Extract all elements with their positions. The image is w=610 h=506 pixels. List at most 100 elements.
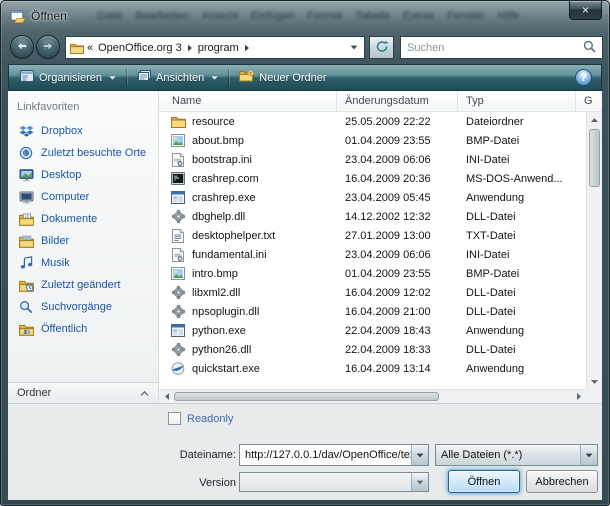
sidebar-item-music[interactable]: Musik xyxy=(8,252,158,274)
search-box[interactable]: Suchen xyxy=(400,36,603,59)
file-list: NameÄnderungsdatumTypG resource25.05.200… xyxy=(159,91,602,403)
sidebar-item-recent-changes[interactable]: Zuletzt geändert xyxy=(8,274,158,296)
vertical-scrollbar[interactable] xyxy=(586,112,602,389)
column-header-date[interactable]: Änderungsdatum xyxy=(337,91,458,111)
sidebar-item-documents[interactable]: Dokumente xyxy=(8,208,158,230)
scroll-right-icon[interactable] xyxy=(571,390,586,403)
file-name: dbghelp.dll xyxy=(192,211,245,223)
address-bar[interactable]: « OpenOffice.org 3 program xyxy=(65,36,365,59)
column-header-size[interactable]: G xyxy=(576,91,602,111)
readonly-label: Readonly xyxy=(187,413,233,425)
file-row[interactable]: python26.dll22.04.2009 18:33DLL-Datei xyxy=(159,340,586,359)
chevron-down-icon[interactable] xyxy=(411,473,428,491)
sidebar-item-dropbox[interactable]: Dropbox xyxy=(8,120,158,142)
back-button[interactable] xyxy=(10,35,34,59)
file-date: 25.05.2009 22:22 xyxy=(337,112,458,131)
forward-button[interactable] xyxy=(36,35,60,59)
file-row[interactable]: quickstart.exe16.04.2009 13:14Anwendung xyxy=(159,359,586,378)
file-row[interactable]: dbghelp.dll14.12.2002 12:32DLL-Datei xyxy=(159,207,586,226)
scroll-up-icon[interactable] xyxy=(587,112,602,127)
readonly-checkbox[interactable] xyxy=(168,412,181,425)
file-row[interactable]: bootstrap.ini23.04.2009 06:06INI-Datei xyxy=(159,150,586,169)
file-type: TXT-Datei xyxy=(458,226,576,245)
search-icon[interactable] xyxy=(583,40,596,56)
file-name: npsoplugin.dll xyxy=(192,306,259,318)
file-row[interactable]: intro.bmp01.04.2009 23:55BMP-Datei xyxy=(159,264,586,283)
chevron-up-icon xyxy=(140,391,149,396)
file-row[interactable]: resource25.05.2009 22:22Dateiordner xyxy=(159,112,586,131)
readonly-option[interactable]: Readonly xyxy=(168,412,233,425)
breadcrumb-item[interactable]: program xyxy=(196,42,241,54)
scroll-down-icon[interactable] xyxy=(587,374,602,389)
column-header-type[interactable]: Typ xyxy=(458,91,576,111)
cancel-button[interactable]: Abbrechen xyxy=(526,470,598,493)
app-icon xyxy=(170,191,186,204)
file-row[interactable]: crashrep.com16.04.2009 20:36MS-DOS-Anwen… xyxy=(159,169,586,188)
address-dropdown-icon[interactable] xyxy=(348,45,360,50)
new-folder-button[interactable]: Neuer Ordner xyxy=(232,67,333,88)
image-icon xyxy=(170,134,186,147)
file-type: DLL-Datei xyxy=(458,283,576,302)
breadcrumb-separator-icon[interactable] xyxy=(187,43,193,52)
file-name: quickstart.exe xyxy=(192,363,260,375)
close-button[interactable]: × xyxy=(569,1,602,20)
file-row[interactable]: crashrep.exe23.04.2009 05:45Anwendung xyxy=(159,188,586,207)
folders-expander[interactable]: Ordner xyxy=(8,382,158,403)
toolbar: Organisieren Ansichten Neuer Ordner ? xyxy=(8,64,602,91)
app-icon xyxy=(170,324,186,337)
sidebar-item-searches[interactable]: Suchvorgänge xyxy=(8,296,158,318)
open-button[interactable]: Öffnen xyxy=(448,470,520,493)
sidebar-item-computer[interactable]: Computer xyxy=(8,186,158,208)
filename-combo[interactable]: http://127.0.0.1/dav/OpenOffice/text.odt xyxy=(239,444,429,466)
file-name-cell: fundamental.ini xyxy=(159,245,337,264)
column-header-name[interactable]: Name xyxy=(159,91,337,111)
version-combo[interactable] xyxy=(239,472,429,492)
file-row[interactable]: desktophelper.txt27.01.2009 13:00TXT-Dat… xyxy=(159,226,586,245)
background-menu-item: Fenster xyxy=(447,10,484,22)
file-date: 16.04.2009 20:36 xyxy=(337,169,458,188)
vertical-scroll-thumb[interactable] xyxy=(589,129,600,187)
file-name: python.exe xyxy=(192,325,246,337)
sidebar: Linkfavoriten DropboxZuletzt besuchte Or… xyxy=(8,91,159,403)
scroll-left-icon[interactable] xyxy=(159,390,174,403)
horizontal-scroll-thumb[interactable] xyxy=(174,392,439,401)
sidebar-item-recent-places[interactable]: Zuletzt besuchte Orte xyxy=(8,142,158,164)
file-date: 14.12.2002 12:32 xyxy=(337,207,458,226)
window-title: Öffnen xyxy=(31,9,67,23)
views-button[interactable]: Ansichten xyxy=(130,67,225,88)
dll-icon xyxy=(170,305,186,318)
file-row[interactable]: libxml2.dll16.04.2009 12:02DLL-Datei xyxy=(159,283,586,302)
file-name-cell: intro.bmp xyxy=(159,264,337,283)
help-button[interactable]: ? xyxy=(575,69,592,86)
file-name-cell: libxml2.dll xyxy=(159,283,337,302)
breadcrumb-overflow-icon[interactable]: « xyxy=(87,42,93,54)
file-row[interactable]: fundamental.ini23.04.2009 06:06INI-Datei xyxy=(159,245,586,264)
chevron-down-icon[interactable] xyxy=(580,445,597,465)
sidebar-item-pictures[interactable]: Bilder xyxy=(8,230,158,252)
breadcrumb-item[interactable]: OpenOffice.org 3 xyxy=(96,42,184,54)
sidebar-item-desktop[interactable]: Desktop xyxy=(8,164,158,186)
image-icon xyxy=(170,267,186,280)
file-row[interactable]: npsoplugin.dll16.04.2009 21:00DLL-Datei xyxy=(159,302,586,321)
background-menu: DateiBearbeitenAnsichtEinfügenFormatTabe… xyxy=(97,10,520,22)
views-icon xyxy=(137,70,151,85)
organize-button[interactable]: Organisieren xyxy=(13,67,123,88)
chevron-down-icon[interactable] xyxy=(411,445,428,465)
version-label: Version xyxy=(148,477,236,489)
sidebar-item-public[interactable]: Öffentlich xyxy=(8,318,158,340)
filetype-combo[interactable]: Alle Dateien (*.*) xyxy=(435,444,598,466)
file-name-cell: crashrep.com xyxy=(159,169,337,188)
refresh-button[interactable] xyxy=(369,36,394,59)
filename-value[interactable]: http://127.0.0.1/dav/OpenOffice/text.odt xyxy=(240,449,411,461)
dll-icon xyxy=(170,343,186,356)
breadcrumb-separator-icon[interactable] xyxy=(244,43,250,52)
background-menu-item: Ansicht xyxy=(202,10,238,22)
horizontal-scrollbar[interactable] xyxy=(159,389,586,403)
file-row[interactable]: about.bmp01.04.2009 23:55BMP-Datei xyxy=(159,131,586,150)
file-type: Anwendung xyxy=(458,188,576,207)
file-type: BMP-Datei xyxy=(458,264,576,283)
searches-icon xyxy=(18,300,34,314)
file-name-cell: quickstart.exe xyxy=(159,359,337,378)
file-row[interactable]: python.exe22.04.2009 18:43Anwendung xyxy=(159,321,586,340)
search-input[interactable]: Suchen xyxy=(407,42,583,54)
